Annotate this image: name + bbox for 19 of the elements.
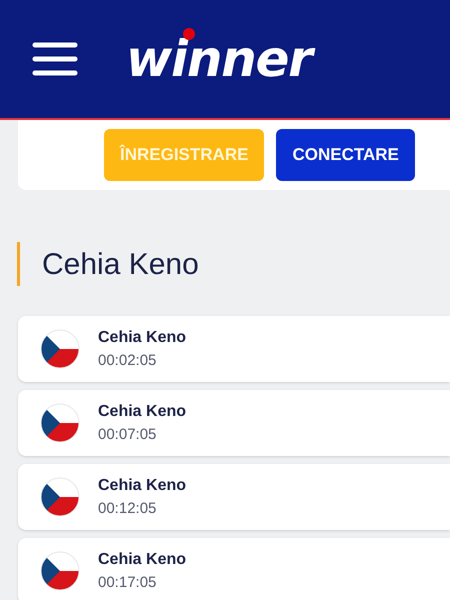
czech-flag-icon [40, 329, 80, 369]
draw-time: 00:02:05 [98, 350, 158, 371]
section-title: Cehia Keno [42, 246, 199, 282]
draw-time: 00:12:05 [98, 498, 158, 519]
czech-flag-icon [40, 477, 80, 517]
czech-flag-icon [40, 403, 80, 443]
login-button[interactable]: CONECTARE [276, 129, 415, 181]
czech-flag-icon [40, 551, 80, 591]
draw-row[interactable]: Cehia Keno 00:07:05 [18, 390, 450, 456]
draw-time: 00:17:05 [98, 572, 158, 593]
accent-bar [17, 242, 20, 286]
draw-row[interactable]: Cehia Keno 00:02:05 [18, 316, 450, 382]
draw-name: Cehia Keno [98, 402, 186, 422]
draw-name: Cehia Keno [98, 328, 186, 348]
draw-name: Cehia Keno [98, 550, 186, 570]
draw-row[interactable]: Cehia Keno 00:12:05 [18, 464, 450, 530]
draw-time: 00:07:05 [98, 424, 158, 445]
draw-name: Cehia Keno [98, 476, 186, 496]
draw-row[interactable]: Cehia Keno 00:17:05 [18, 538, 450, 600]
